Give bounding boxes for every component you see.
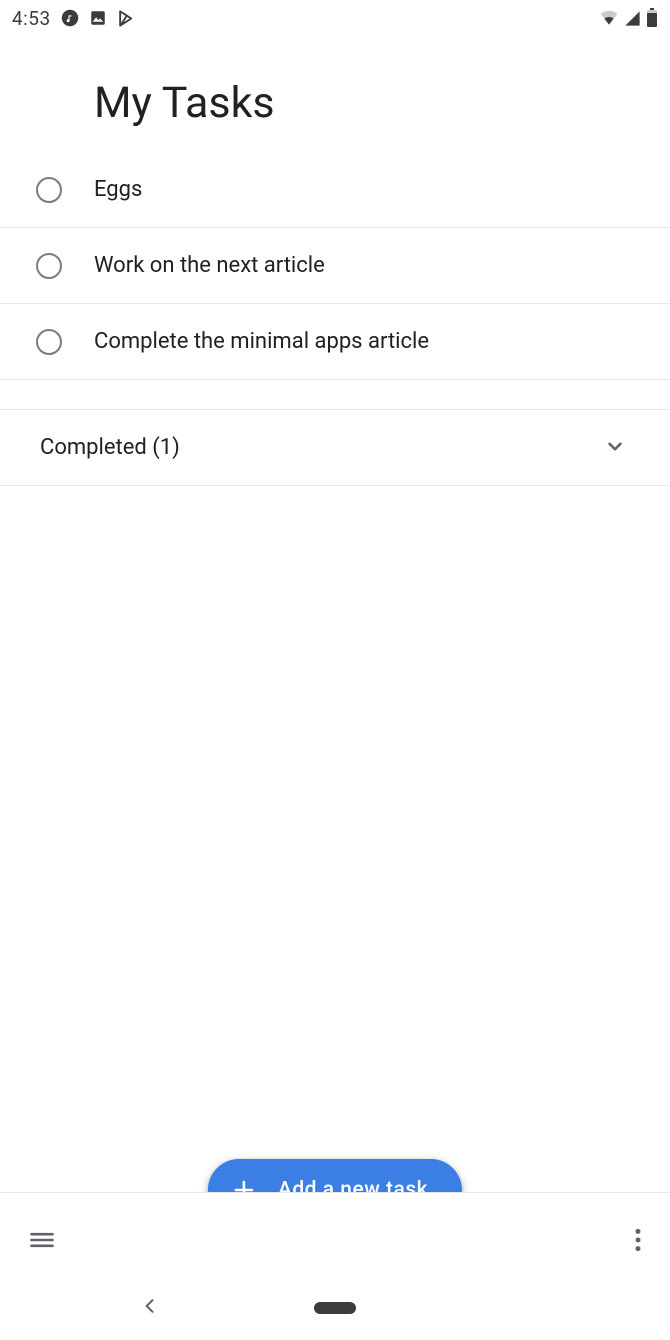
status-bar-left: 4:53 (12, 7, 136, 30)
task-row[interactable]: Complete the minimal apps article (0, 304, 670, 380)
status-bar-right (599, 8, 658, 28)
completed-label: Completed (1) (40, 435, 180, 460)
music-note-icon (61, 9, 79, 27)
task-title: Complete the minimal apps article (94, 329, 429, 354)
status-bar: 4:53 (0, 0, 670, 36)
task-checkbox-circle[interactable] (36, 253, 62, 279)
play-store-icon (117, 9, 136, 28)
battery-icon (646, 8, 658, 28)
image-icon (89, 9, 107, 27)
task-checkbox-circle[interactable] (36, 177, 62, 203)
back-icon[interactable] (140, 1296, 160, 1320)
system-nav-bar (0, 1276, 670, 1340)
task-row[interactable]: Eggs (0, 152, 670, 228)
task-checkbox-circle[interactable] (36, 329, 62, 355)
page-title: My Tasks (0, 36, 670, 152)
home-pill[interactable] (314, 1302, 356, 1314)
status-time: 4:53 (12, 7, 51, 30)
task-title: Work on the next article (94, 253, 325, 278)
task-title: Eggs (94, 177, 142, 202)
chevron-down-icon (602, 433, 628, 463)
cell-signal-icon (623, 9, 642, 28)
bottom-app-bar (0, 1192, 670, 1276)
wifi-icon (599, 8, 619, 28)
task-row[interactable]: Work on the next article (0, 228, 670, 304)
completed-section-toggle[interactable]: Completed (1) (0, 410, 670, 486)
menu-icon[interactable] (28, 1226, 56, 1258)
list-spacer (0, 380, 670, 410)
more-vert-icon[interactable] (634, 1227, 642, 1257)
task-list: Eggs Work on the next article Complete t… (0, 152, 670, 486)
